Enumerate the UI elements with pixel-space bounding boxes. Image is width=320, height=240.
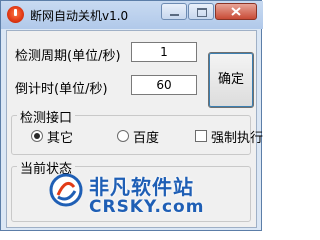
- countdown-label: 倒计时(单位/秒): [15, 82, 108, 97]
- radio-other-label: 其它: [47, 131, 74, 146]
- force-checkbox[interactable]: [195, 130, 207, 142]
- interval-label: 检测周期(单位/秒): [15, 49, 121, 64]
- title-bar[interactable]: 断网自动关机v1.0: [1, 1, 263, 29]
- radio-baidu-label: 百度: [133, 131, 160, 146]
- power-icon: [7, 6, 24, 23]
- minimize-icon: [170, 14, 179, 16]
- close-icon: [231, 7, 241, 16]
- radio-other[interactable]: [31, 130, 43, 142]
- maximize-button[interactable]: [188, 3, 214, 20]
- confirm-button[interactable]: 确定: [208, 52, 254, 108]
- watermark: 非凡软件站 CRSKY.com: [1, 161, 263, 233]
- crsky-logo-icon: [49, 173, 83, 207]
- interval-input[interactable]: 1: [131, 42, 197, 62]
- watermark-name: 非凡软件站: [89, 175, 194, 199]
- watermark-url: CRSKY.com: [89, 197, 205, 217]
- radio-baidu[interactable]: [117, 130, 129, 142]
- app-window: 断网自动关机v1.0 检测周期(单位/秒) 1 倒计时(单位/秒) 60 确定 …: [0, 0, 264, 233]
- countdown-input[interactable]: 60: [131, 75, 197, 95]
- interface-group-title: 检测接口: [17, 107, 76, 126]
- close-button[interactable]: [215, 3, 257, 20]
- maximize-icon: [197, 8, 207, 17]
- window-title: 断网自动关机v1.0: [30, 9, 129, 23]
- minimize-button[interactable]: [161, 3, 187, 20]
- force-checkbox-label: 强制执行: [211, 131, 264, 146]
